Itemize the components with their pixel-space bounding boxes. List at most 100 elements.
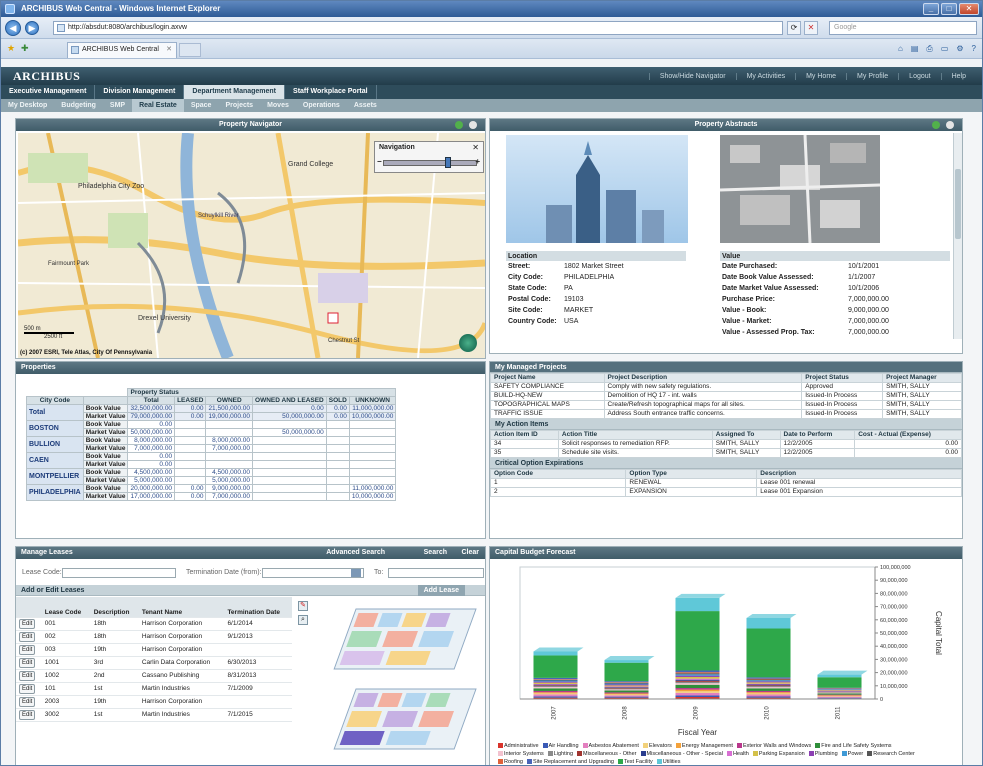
advanced-search-button[interactable]: Advanced Search: [326, 547, 385, 559]
feeds-icon[interactable]: ▤: [909, 42, 921, 56]
map-view[interactable]: Philadelphia City Zoo Grand College Drex…: [18, 133, 485, 358]
print-panel-icon[interactable]: [946, 121, 954, 129]
edit-button[interactable]: Edit: [19, 658, 36, 668]
zoom-icon[interactable]: ⌕: [298, 615, 308, 625]
column-header[interactable]: Action Item ID: [490, 430, 559, 440]
edit-button[interactable]: Edit: [19, 645, 36, 655]
column-header[interactable]: Lease Code: [41, 597, 91, 618]
role-tab[interactable]: Staff Workplace Portal: [285, 85, 377, 99]
column-header[interactable]: OWNED AND LEASED: [252, 396, 327, 405]
table-row[interactable]: 34 Solicit responses to remediation RFP. S…: [490, 439, 962, 449]
column-header[interactable]: Option Code: [489, 469, 627, 479]
add-favorites-icon[interactable]: ✚: [21, 43, 29, 54]
column-header[interactable]: UNKNOWN: [348, 396, 397, 405]
close-tab-icon[interactable]: ✕: [166, 43, 172, 57]
to-date-input[interactable]: [388, 568, 484, 578]
column-header[interactable]: Description: [90, 597, 139, 618]
table-row[interactable]: Edit 001 18th Harrison Corporation 6/1/2014: [16, 617, 292, 631]
top-link[interactable]: Help: [940, 72, 976, 80]
table-row[interactable]: Edit 1002 2nd Cassano Publishing 8/31/2013: [16, 669, 292, 683]
maximize-button[interactable]: □: [941, 3, 957, 15]
lease-code-input[interactable]: [62, 568, 176, 578]
sub-tab[interactable]: Real Estate: [132, 99, 184, 112]
browser-search-input[interactable]: Google: [829, 21, 977, 35]
city-code[interactable]: Total: [26, 404, 84, 421]
sub-tab[interactable]: My Desktop: [1, 99, 54, 112]
table-row[interactable]: Edit 003 19th Harrison Corporation: [16, 643, 292, 657]
floor-plan-view[interactable]: ✎ ⌕: [296, 599, 485, 765]
new-tab-button[interactable]: [179, 43, 201, 57]
column-header[interactable]: Action Title: [557, 430, 713, 440]
close-window-button[interactable]: ✕: [959, 3, 979, 15]
back-button[interactable]: ◀: [5, 20, 21, 36]
home-icon[interactable]: ⌂: [896, 42, 905, 56]
scrollbar-thumb[interactable]: [955, 169, 961, 239]
column-header[interactable]: Date to Perform: [779, 430, 856, 440]
table-row[interactable]: Edit 2003 19th Harrison Corporation: [16, 695, 292, 709]
city-code[interactable]: MONTPELLIER: [26, 468, 84, 485]
column-header[interactable]: OWNED: [205, 396, 254, 405]
table-row[interactable]: 1 RENEWAL Lease 001 renewal: [489, 478, 962, 488]
table-row[interactable]: Edit 3002 1st Martin Industries 7/1/2015: [16, 708, 292, 722]
browser-tab[interactable]: ARCHIBUS Web Central ✕: [67, 42, 177, 58]
table-row[interactable]: Edit 101 1st Martin Industries 7/1/2009: [16, 682, 292, 696]
tools-menu-icon[interactable]: ⚙: [954, 42, 965, 56]
abstracts-scrollbar[interactable]: [953, 133, 962, 339]
refresh-icon[interactable]: ⟳: [787, 21, 801, 35]
refresh-panel-icon[interactable]: [932, 121, 940, 129]
termination-date-input[interactable]: [262, 568, 364, 578]
column-header[interactable]: Description: [756, 469, 962, 479]
column-header[interactable]: Termination Date: [224, 597, 292, 618]
table-row[interactable]: Edit 1001 3rd Carlin Data Corporation 6/30/2…: [16, 656, 292, 670]
page-menu-icon[interactable]: ▭: [939, 42, 951, 56]
sub-tab[interactable]: Projects: [218, 99, 260, 112]
role-tab[interactable]: Department Management: [184, 85, 286, 99]
column-header[interactable]: Option Type: [625, 469, 758, 479]
sub-tab[interactable]: SMP: [103, 99, 132, 112]
zoom-out-button[interactable]: −: [377, 157, 382, 166]
sub-tab[interactable]: Budgeting: [54, 99, 103, 112]
column-header[interactable]: Project Name: [490, 373, 605, 383]
edit-button[interactable]: Edit: [19, 710, 36, 720]
minimize-button[interactable]: _: [923, 3, 939, 15]
add-lease-button[interactable]: Add Lease: [417, 585, 465, 596]
edit-button[interactable]: Edit: [19, 684, 36, 694]
column-header[interactable]: Tenant Name: [138, 597, 225, 618]
edit-button[interactable]: Edit: [19, 697, 36, 707]
forward-button[interactable]: ▶: [25, 21, 39, 35]
globe-icon[interactable]: [459, 334, 477, 352]
sub-tab[interactable]: Assets: [347, 99, 384, 112]
table-row[interactable]: BUILD-HQ-NEW Demolition of HQ 17 - int. w…: [490, 391, 962, 401]
sub-tab[interactable]: Operations: [296, 99, 347, 112]
sub-tab[interactable]: Moves: [260, 99, 296, 112]
top-link[interactable]: My Activities: [735, 72, 796, 80]
top-link[interactable]: Logout: [898, 72, 940, 80]
locate-icon[interactable]: ✎: [298, 601, 308, 611]
column-header[interactable]: City Code: [26, 396, 84, 405]
print-panel-icon[interactable]: [469, 121, 477, 129]
help-icon[interactable]: ?: [970, 42, 978, 56]
edit-button[interactable]: Edit: [19, 671, 36, 681]
column-header[interactable]: Total: [127, 396, 176, 405]
city-code[interactable]: BULLION: [26, 436, 84, 453]
search-button[interactable]: Search: [424, 547, 447, 559]
table-row[interactable]: TOPOGRAPHICAL MAPS Create/Refresh topogra…: [490, 400, 962, 410]
column-header[interactable]: LEASED: [174, 396, 207, 405]
edit-button[interactable]: Edit: [19, 619, 36, 629]
role-tab[interactable]: Executive Management: [1, 85, 96, 99]
column-header[interactable]: SOLD: [325, 396, 350, 405]
top-link[interactable]: My Home: [795, 72, 846, 80]
calendar-icon[interactable]: [351, 569, 361, 577]
sub-tab[interactable]: Space: [184, 99, 219, 112]
top-link[interactable]: Show/Hide Navigator: [648, 72, 736, 80]
role-tab[interactable]: Division Management: [95, 85, 185, 99]
city-code[interactable]: PHILADELPHIA: [26, 484, 84, 501]
favorites-star-icon[interactable]: ★: [7, 43, 15, 54]
column-header[interactable]: Assigned To: [711, 430, 781, 440]
zoom-slider-handle[interactable]: [445, 157, 451, 168]
close-navigation-icon[interactable]: ✕: [472, 143, 479, 152]
table-row[interactable]: 2 EXPANSION Lease 001 Expansion: [489, 487, 962, 497]
refresh-panel-icon[interactable]: [455, 121, 463, 129]
city-code[interactable]: CAEN: [26, 452, 84, 469]
city-code[interactable]: BOSTON: [26, 420, 84, 437]
